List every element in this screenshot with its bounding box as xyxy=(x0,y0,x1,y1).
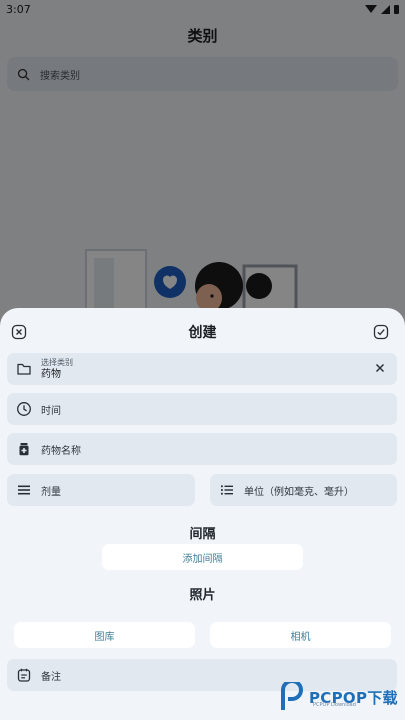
photo-section-title: 照片 xyxy=(189,588,216,603)
category-label: 选择类别 xyxy=(41,358,73,367)
check-icon[interactable] xyxy=(373,324,389,340)
sheet-title: 创建 xyxy=(188,325,217,341)
watermark-logo-icon xyxy=(281,682,304,710)
category-texts: 选择类别 药物 xyxy=(41,357,73,381)
dose-field[interactable]: 剂量 xyxy=(7,474,195,506)
camera-button[interactable]: 相机 xyxy=(210,622,391,648)
medicine-icon xyxy=(15,441,32,458)
create-sheet: 创建 选择类别 药物 时间 药物名称 剂量 单位（例如毫克、毫升） 间隔 添加间… xyxy=(0,308,405,720)
notes-icon xyxy=(15,667,32,684)
menu-lines-icon xyxy=(15,482,32,499)
dose-placeholder: 剂量 xyxy=(41,486,61,498)
watermark: PCPOP下载 PCPOP Download xyxy=(280,682,398,712)
unit-placeholder: 单位（例如毫克、毫升） xyxy=(244,486,354,498)
time-placeholder: 时间 xyxy=(41,405,61,417)
x-icon[interactable] xyxy=(373,361,387,375)
medicine-name-placeholder: 药物名称 xyxy=(41,445,81,457)
medicine-name-field[interactable]: 药物名称 xyxy=(7,433,397,465)
sheet-header: 创建 xyxy=(0,320,405,344)
time-field[interactable]: 时间 xyxy=(7,393,397,425)
folder-icon xyxy=(15,361,32,378)
gallery-button[interactable]: 图库 xyxy=(14,622,195,648)
watermark-subtext: PCPOP Download xyxy=(313,702,356,708)
clock-icon xyxy=(15,401,32,418)
category-value: 药物 xyxy=(41,369,61,380)
category-select[interactable]: 选择类别 药物 xyxy=(7,353,397,385)
add-interval-button[interactable]: 添加间隔 xyxy=(102,544,303,570)
list-icon xyxy=(218,482,235,499)
unit-field[interactable]: 单位（例如毫克、毫升） xyxy=(210,474,397,506)
interval-section-title: 间隔 xyxy=(189,527,216,542)
notes-placeholder: 备注 xyxy=(41,671,61,683)
